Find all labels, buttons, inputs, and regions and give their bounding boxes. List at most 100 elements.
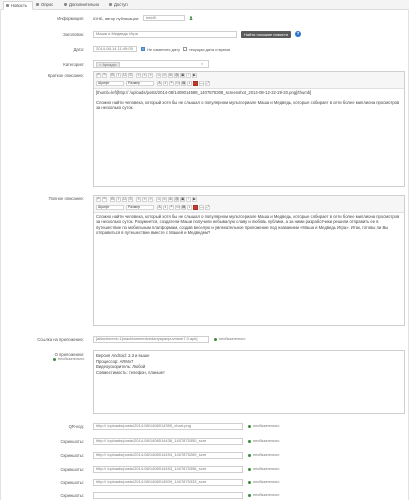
- align-center-icon[interactable]: ≡: [142, 197, 147, 202]
- screenshot-input[interactable]: http:// /uploads/posts/2014-08/140801449…: [93, 452, 243, 459]
- full-desc-editor[interactable]: ↶ ↷ B I U S ≡ ≡ ≡ ☺ ∞ ⊘ @ ▣ ↑ ▶ Шрифт Ра…: [93, 195, 405, 326]
- current-date-label: текущая дата и время: [189, 46, 231, 52]
- emoji-icon[interactable]: ☺: [156, 73, 161, 78]
- image-icon[interactable]: ▣: [180, 197, 185, 202]
- youtube-icon[interactable]: [193, 81, 198, 86]
- font-select[interactable]: Шрифт: [96, 81, 124, 86]
- date-label: Дата:: [73, 47, 84, 52]
- youtube-icon[interactable]: [193, 205, 198, 210]
- category-label: Категория:: [63, 62, 84, 67]
- quote-icon[interactable]: ❝: [169, 81, 174, 86]
- editor-toolbar-row2: Шрифт Размер A ◐ ❝ <> ▤ • — ⤢: [94, 80, 404, 89]
- category-select[interactable]: ×Аркады: [93, 60, 209, 68]
- about-textarea[interactable]: Версия Android: 2.3 и выше Процессор: AR…: [93, 350, 405, 414]
- size-select[interactable]: Размер: [126, 81, 154, 86]
- font-select[interactable]: Шрифт: [96, 205, 124, 210]
- short-desc-label: Краткое описание:: [47, 73, 84, 78]
- poll-icon: [36, 3, 39, 7]
- keep-date-label: Не изменять дату: [147, 46, 181, 52]
- help-icon[interactable]: ?: [295, 31, 301, 37]
- info-label: Информация:: [57, 16, 84, 21]
- align-left-icon[interactable]: ≡: [136, 73, 141, 78]
- upload-icon[interactable]: ↑: [186, 73, 191, 78]
- full-desc-label: Полное описание:: [48, 196, 84, 201]
- info-value: ЮНБ, автор публикации:: [93, 16, 140, 21]
- underline-icon[interactable]: U: [122, 73, 127, 78]
- underline-icon[interactable]: U: [122, 197, 127, 202]
- remove-tag-icon[interactable]: ×: [99, 62, 101, 67]
- italic-icon[interactable]: I: [116, 197, 121, 202]
- redo-icon[interactable]: ↷: [102, 73, 107, 78]
- page-break-icon[interactable]: —: [199, 81, 204, 86]
- title-input[interactable]: Маша и Медведь Игра: [93, 31, 237, 38]
- screenshot-label: Скриншоты:: [60, 493, 84, 498]
- align-center-icon[interactable]: ≡: [142, 73, 147, 78]
- screenshot-input[interactable]: http:// /uploads/posts/2014-08/140801445…: [93, 466, 243, 473]
- size-select[interactable]: Размер: [126, 205, 154, 210]
- short-desc-line2: Сложно найти человека, который хотя бы н…: [96, 100, 400, 111]
- editor-toolbar-row2: Шрифт Размер A ◐ ❝ <> ▤ • — ⤢: [94, 204, 404, 213]
- list-icon[interactable]: •: [187, 205, 192, 210]
- tab-poll[interactable]: Опрос: [34, 1, 62, 8]
- emoji-icon[interactable]: ☺: [156, 197, 161, 202]
- optional-note: необязательно: [253, 439, 280, 443]
- screenshot-input[interactable]: http:// /uploads/posts/2014-08/140801443…: [93, 438, 243, 445]
- qr-input[interactable]: http:// /uploads/posts/2014-08/140801435…: [93, 423, 243, 430]
- hide-icon[interactable]: ◐: [163, 81, 168, 86]
- color-icon[interactable]: A: [157, 81, 162, 86]
- about-line: Совместимость: телефон, планшет: [96, 369, 165, 375]
- tab-extra[interactable]: Дополнительно: [62, 1, 106, 8]
- align-right-icon[interactable]: ≡: [148, 73, 153, 78]
- undo-icon[interactable]: ↶: [96, 73, 101, 78]
- bold-icon[interactable]: B: [110, 197, 115, 202]
- unlink-icon[interactable]: ⊘: [168, 197, 173, 202]
- email-icon[interactable]: @: [174, 73, 179, 78]
- spoiler-icon[interactable]: ▤: [181, 81, 186, 86]
- redo-icon[interactable]: ↷: [102, 197, 107, 202]
- optional-icon: [248, 481, 251, 484]
- short-desc-editor[interactable]: ↶ ↷ B I U S ≡ ≡ ≡ ☺ ∞ ⊘ @ ▣ ↑ ▶ Шрифт Ра…: [93, 71, 405, 187]
- screenshot-input[interactable]: [93, 492, 243, 499]
- tab-access[interactable]: Доступ: [107, 1, 137, 8]
- media-icon[interactable]: ▶: [192, 197, 197, 202]
- spoiler-icon[interactable]: ▤: [181, 205, 186, 210]
- bold-icon[interactable]: B: [110, 73, 115, 78]
- title-label: Заголовок:: [63, 32, 84, 37]
- extra-icon: [64, 3, 67, 7]
- page-break-icon[interactable]: —: [199, 205, 204, 210]
- screenshot-input[interactable]: http:// /uploads/posts/2014-08/140801450…: [93, 479, 243, 486]
- hide-icon[interactable]: ◐: [163, 205, 168, 210]
- current-date-checkbox[interactable]: [183, 47, 187, 51]
- strike-icon[interactable]: S: [128, 73, 133, 78]
- align-right-icon[interactable]: ≡: [148, 197, 153, 202]
- code-icon[interactable]: <>: [175, 81, 180, 86]
- strike-icon[interactable]: S: [128, 197, 133, 202]
- author-field[interactable]: heid9: [143, 15, 185, 21]
- user-icon[interactable]: [189, 16, 193, 20]
- clear-select-icon[interactable]: ×: [201, 61, 203, 66]
- image-icon[interactable]: ▣: [180, 73, 185, 78]
- date-input[interactable]: 2014-08-14 11:49:05: [93, 46, 137, 52]
- link-icon[interactable]: ∞: [162, 73, 167, 78]
- upload-icon[interactable]: ↑: [186, 197, 191, 202]
- email-icon[interactable]: @: [174, 197, 179, 202]
- undo-icon[interactable]: ↶: [96, 197, 101, 202]
- media-icon[interactable]: ▶: [192, 73, 197, 78]
- download-input[interactable]: [attachment=1]machtammedvedanyayavpuvmsm…: [93, 336, 209, 343]
- list-icon[interactable]: •: [187, 81, 192, 86]
- fullscreen-icon[interactable]: ⤢: [205, 205, 210, 210]
- fullscreen-icon[interactable]: ⤢: [205, 81, 210, 86]
- unlink-icon[interactable]: ⊘: [168, 73, 173, 78]
- code-icon[interactable]: <>: [175, 205, 180, 210]
- keep-date-checkbox[interactable]: [141, 47, 145, 51]
- align-left-icon[interactable]: ≡: [136, 197, 141, 202]
- optional-icon: [248, 454, 251, 457]
- screenshot-label: Скриншоты:: [60, 453, 84, 458]
- optional-icon: [248, 494, 251, 497]
- find-similar-button[interactable]: Найти похожие новости: [241, 31, 292, 38]
- color-icon[interactable]: A: [157, 205, 162, 210]
- link-icon[interactable]: ∞: [162, 197, 167, 202]
- quote-icon[interactable]: ❝: [169, 205, 174, 210]
- italic-icon[interactable]: I: [116, 73, 121, 78]
- optional-icon: [214, 338, 217, 341]
